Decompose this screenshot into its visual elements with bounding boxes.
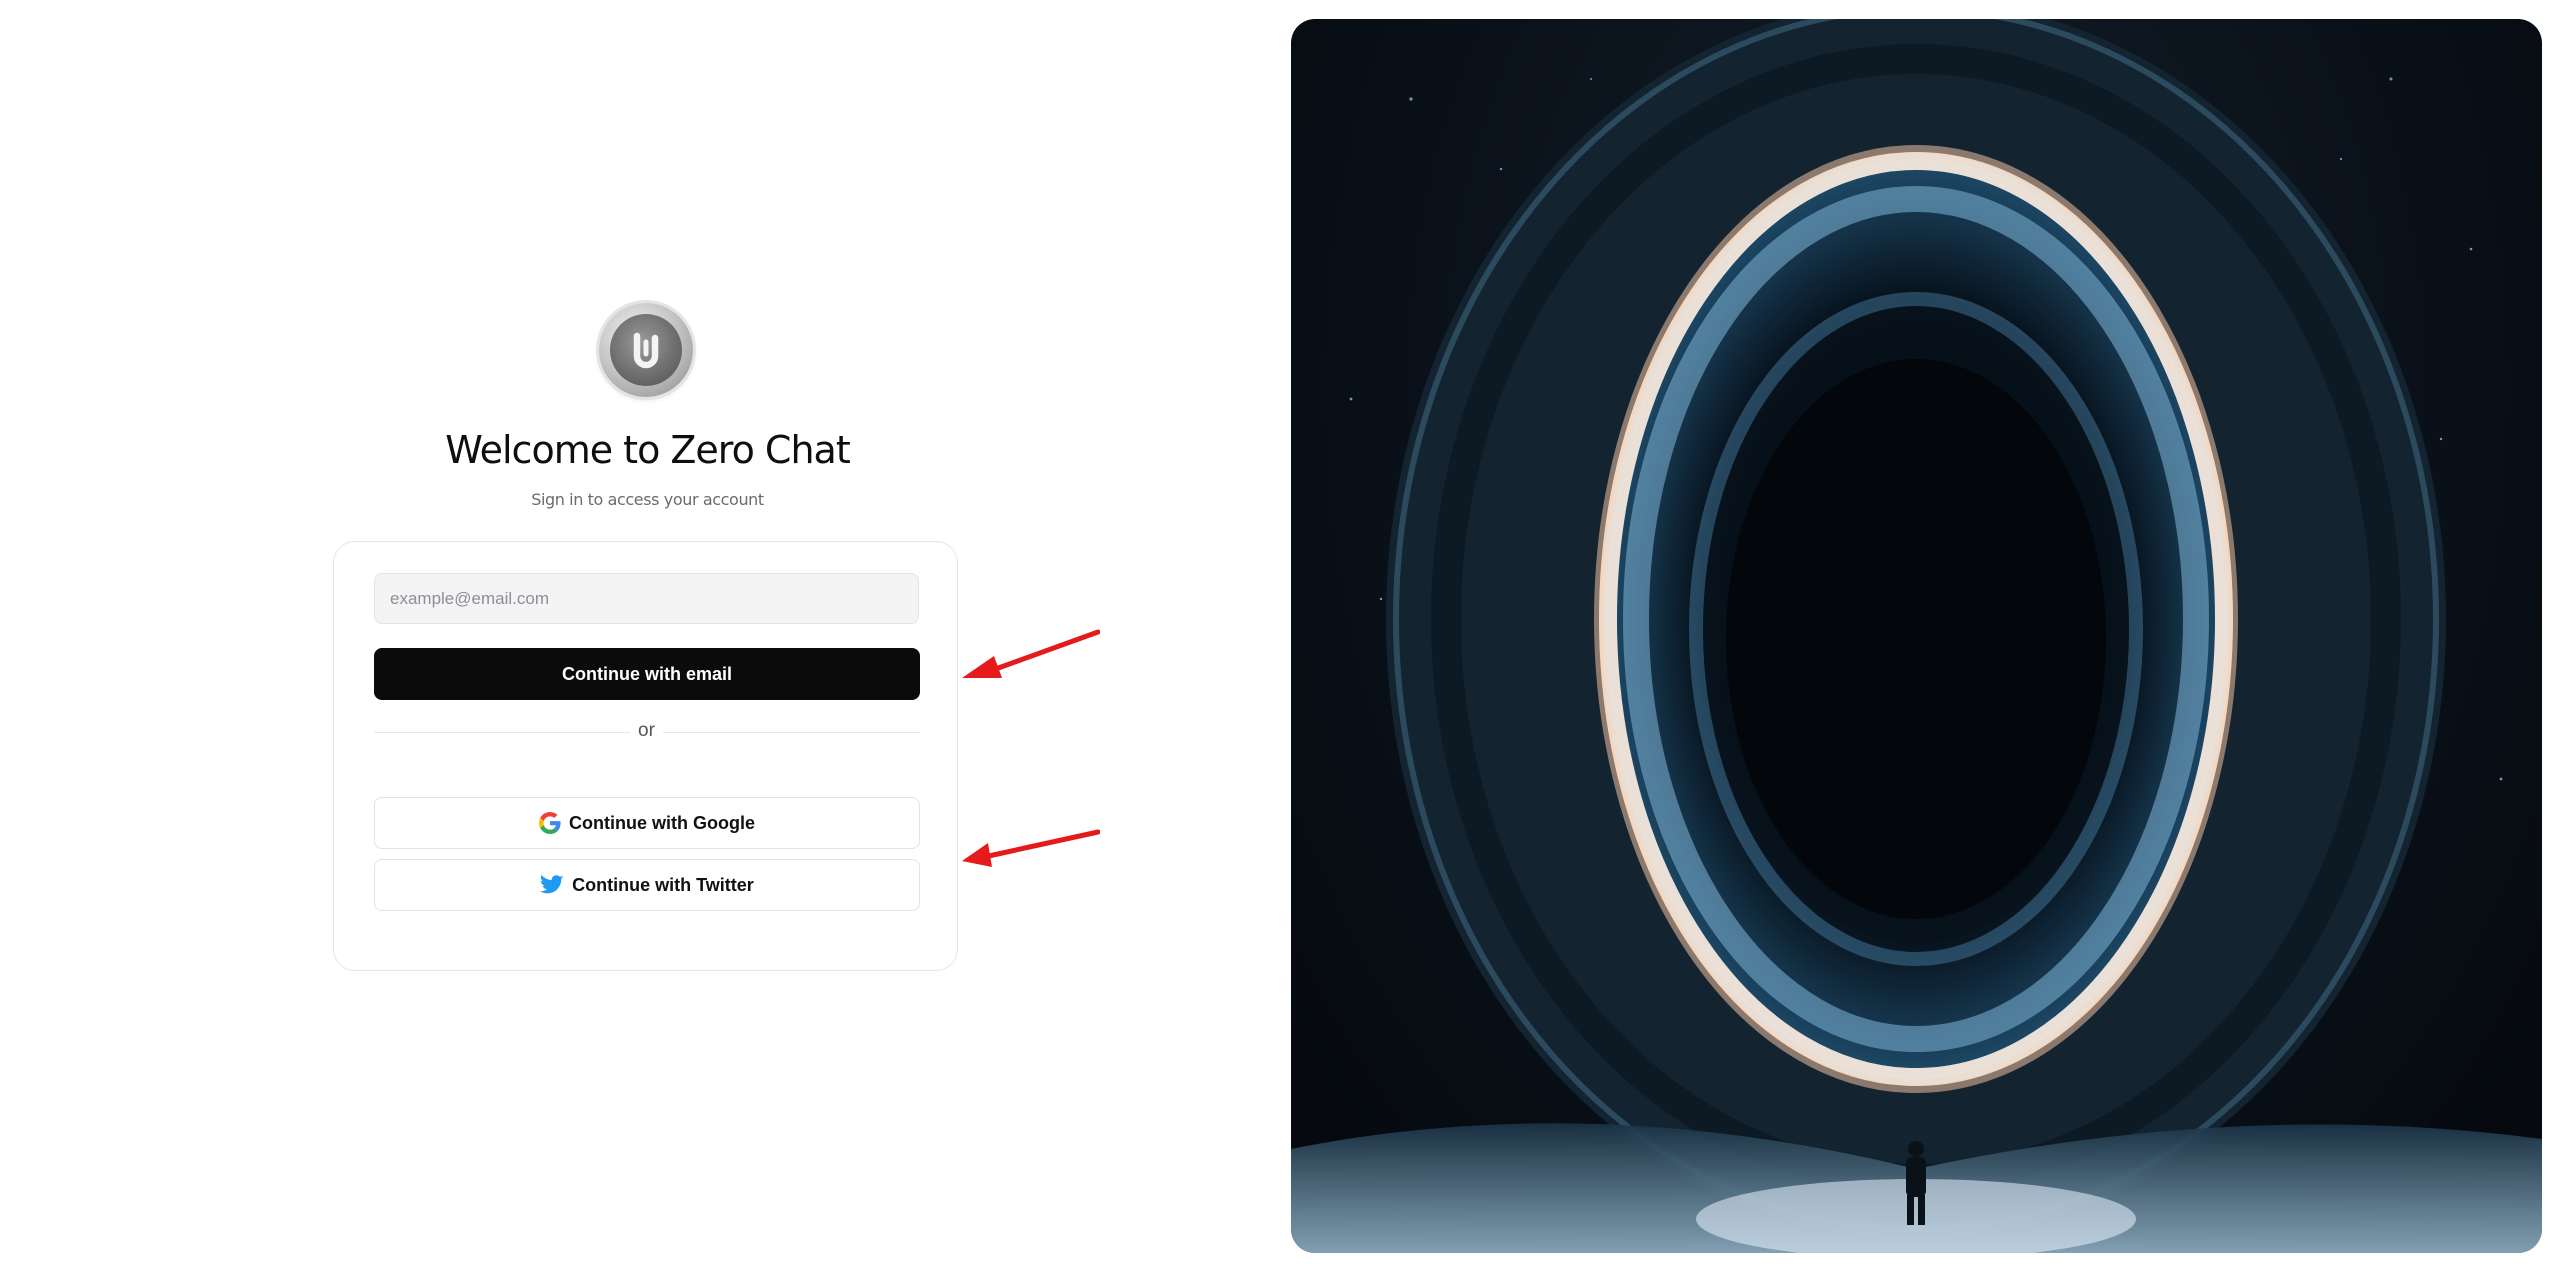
twitter-bird-icon (540, 874, 564, 896)
divider: or (334, 720, 959, 742)
auth-panel: Welcome to Zero Chat Sign in to access y… (0, 0, 1295, 1270)
continue-with-twitter-button[interactable]: Continue with Twitter (374, 859, 920, 911)
app-logo (599, 303, 693, 397)
google-icon (539, 812, 561, 834)
page-subtitle: Sign in to access your account (531, 490, 764, 509)
annotation-arrow-email (962, 629, 1100, 678)
annotation-arrow-social (962, 829, 1100, 867)
google-button-label: Continue with Google (569, 812, 755, 833)
logo-icon (610, 314, 682, 386)
email-input[interactable] (374, 573, 919, 624)
sign-in-card: Continue with email or Continue with Goo… (333, 541, 958, 971)
twitter-button-label: Continue with Twitter (572, 874, 754, 895)
page-title: Welcome to Zero Chat (445, 428, 850, 472)
continue-with-email-button[interactable]: Continue with email (374, 648, 920, 700)
hero-portal-image (1291, 19, 2542, 1253)
continue-with-google-button[interactable]: Continue with Google (374, 797, 920, 849)
divider-label: or (630, 720, 663, 741)
login-page: Welcome to Zero Chat Sign in to access y… (0, 0, 2558, 1270)
